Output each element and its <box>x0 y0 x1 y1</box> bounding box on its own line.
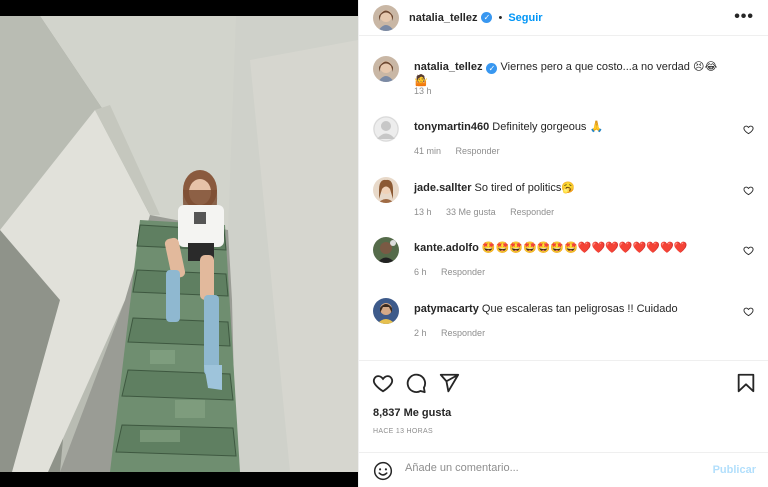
comment-text: Que escaleras tan peligrosas !! Cuidado <box>481 303 678 315</box>
comment-input[interactable] <box>405 462 695 474</box>
post-actions: 8,837 Me gusta HACE 13 HORAS <box>359 360 768 444</box>
comment-row: kante.adolfo 🤩🤩🤩🤩🤩🤩🤩❤️❤️❤️❤️❤️❤️❤️❤️ 6 h… <box>373 237 754 287</box>
comment-row: tonymartin460 Definitely gorgeous 🙏 41 m… <box>373 116 754 166</box>
post-detail-panel: natalia_tellez ✓ • Seguir ••• natalia_te… <box>358 0 768 487</box>
caption-text: Viernes pero a que costo...a no verdad <box>500 61 690 73</box>
post-photo-image <box>0 0 358 487</box>
comment-emoji: 🤩 <box>550 242 565 254</box>
verified-badge-icon: ✓ <box>486 63 498 74</box>
likes-count[interactable]: 8,837 Me gusta <box>373 407 451 419</box>
comment-text: So tired of politics <box>474 182 562 194</box>
comment-body: patymacarty Que escaleras tan peligrosas… <box>414 302 730 316</box>
comment-avatar[interactable] <box>373 298 399 324</box>
comment-time: 41 min <box>414 146 442 156</box>
caption-row: natalia_tellez ✓ Viernes pero a que costo… <box>373 56 754 106</box>
comment-avatar[interactable] <box>373 116 399 142</box>
comment-row: jade.sallter So tired of politics🥱 13 h … <box>373 177 754 227</box>
comment-text: Definitely gorgeous <box>492 121 587 133</box>
comment-meta: 41 min Responder <box>414 146 512 156</box>
comment-username[interactable]: tonymartin460 <box>414 121 489 133</box>
comment-emoji: ❤️ <box>591 242 606 254</box>
separator-dot: • <box>498 11 503 24</box>
comment-row: patymacarty Que escaleras tan peligrosas… <box>373 298 754 348</box>
like-comment-heart-icon[interactable] <box>743 185 754 196</box>
comment-emoji: ❤️ <box>577 242 592 254</box>
comment-emoji: 🤩 <box>509 242 523 254</box>
post-header: natalia_tellez ✓ • Seguir ••• <box>359 0 768 36</box>
share-send-icon[interactable] <box>438 372 460 394</box>
save-bookmark-icon[interactable] <box>735 372 757 394</box>
post-timestamp: HACE 13 HORAS <box>373 428 433 435</box>
comment-username[interactable]: kante.adolfo <box>414 242 479 254</box>
caption-username[interactable]: natalia_tellez <box>414 61 482 73</box>
caption-time: 13 h <box>414 86 432 96</box>
comment-bubble-icon[interactable] <box>405 372 427 394</box>
caption-meta: 13 h <box>414 86 444 96</box>
reply-button[interactable]: Responder <box>456 146 500 156</box>
comment-username[interactable]: patymacarty <box>414 303 479 315</box>
comment-emoji: 🥱 <box>561 182 576 194</box>
more-options-icon[interactable]: ••• <box>734 8 754 26</box>
comment-emoji: 🤩 <box>522 242 537 254</box>
comment-emoji: ❤️ <box>618 242 633 254</box>
caption-emoji-0: 😣 <box>692 61 705 73</box>
comment-meta: 13 h 33 Me gusta Responder <box>414 207 566 217</box>
emoji-icon[interactable] <box>373 461 393 481</box>
post-photo[interactable] <box>0 0 358 487</box>
reply-button[interactable]: Responder <box>510 207 554 217</box>
comment-time: 2 h <box>414 328 427 338</box>
like-comment-heart-icon[interactable] <box>743 124 754 135</box>
publish-button[interactable]: Publicar <box>713 464 756 476</box>
comment-emoji: ❤️ <box>605 242 619 254</box>
comment-emoji: 🤩 <box>481 242 496 254</box>
comment-username[interactable]: jade.sallter <box>414 182 471 194</box>
comment-emoji: ❤️ <box>632 242 647 254</box>
comment-emoji: 🤩 <box>564 242 578 254</box>
comment-body: tonymartin460 Definitely gorgeous 🙏 <box>414 120 730 134</box>
comment-time: 13 h <box>414 207 432 217</box>
author-username[interactable]: natalia_tellez <box>409 12 477 24</box>
comments-list[interactable]: natalia_tellez ✓ Viernes pero a que costo… <box>359 36 768 360</box>
comment-likes[interactable]: 33 Me gusta <box>446 207 496 217</box>
like-heart-icon[interactable] <box>372 372 394 394</box>
like-comment-heart-icon[interactable] <box>743 306 754 317</box>
comment-emoji: 🙏 <box>589 121 604 133</box>
like-comment-heart-icon[interactable] <box>743 245 754 256</box>
comment-emoji: 🤩 <box>495 242 510 254</box>
add-comment-bar: Publicar <box>359 452 768 487</box>
caption-emoji-1: 😂 <box>704 61 718 73</box>
comment-avatar[interactable] <box>373 237 399 263</box>
comment-emoji: ❤️ <box>660 242 674 254</box>
comment-emoji: ❤️ <box>646 242 660 254</box>
comment-body: jade.sallter So tired of politics🥱 <box>414 181 730 195</box>
verified-badge-icon: ✓ <box>481 12 493 23</box>
caption-avatar[interactable] <box>373 56 399 82</box>
comment-meta: 2 h Responder <box>414 328 497 338</box>
comment-meta: 6 h Responder <box>414 267 497 277</box>
reply-button[interactable]: Responder <box>441 328 485 338</box>
comment-avatar[interactable] <box>373 177 399 203</box>
caption-body: natalia_tellez ✓ Viernes pero a que costo… <box>414 60 730 88</box>
reply-button[interactable]: Responder <box>441 267 485 277</box>
comment-emoji: 🤩 <box>536 242 551 254</box>
comment-emoji: ❤️ <box>673 242 688 254</box>
comment-time: 6 h <box>414 267 427 277</box>
comment-body: kante.adolfo 🤩🤩🤩🤩🤩🤩🤩❤️❤️❤️❤️❤️❤️❤️❤️ <box>414 241 730 255</box>
author-avatar[interactable] <box>373 4 399 31</box>
follow-button[interactable]: Seguir <box>508 12 542 24</box>
